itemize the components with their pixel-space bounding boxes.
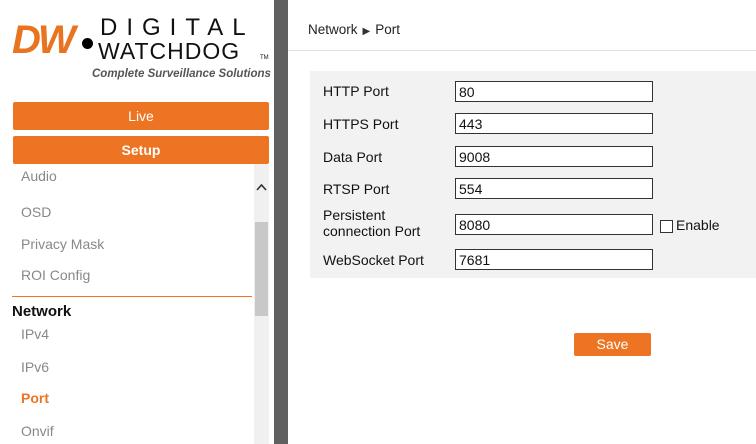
https-port-input[interactable] — [455, 113, 653, 134]
brand-logo[interactable]: DW DIGITAL WATCHDOG TM Complete Surveill… — [10, 6, 272, 90]
main-content: Network ▶ Port HTTP Port HTTPS Port Data P… — [288, 0, 756, 444]
persistent-port-label-line2: connection Port — [323, 223, 421, 239]
chevron-up-icon[interactable] — [254, 180, 269, 194]
persistent-port-label: Persistent connection Port — [323, 207, 420, 239]
menu-item-roi-config[interactable]: ROI Config — [21, 267, 90, 283]
live-button[interactable]: Live — [13, 102, 269, 130]
menu-scrollbar[interactable] — [254, 164, 269, 444]
data-port-label: Data Port — [323, 149, 383, 165]
menu-item-audio[interactable]: Audio — [21, 168, 57, 184]
rtsp-port-input[interactable] — [455, 178, 653, 199]
persistent-port-input[interactable] — [455, 214, 653, 235]
websocket-port-input[interactable] — [455, 249, 653, 270]
menu-item-osd[interactable]: OSD — [21, 204, 51, 220]
panel-divider — [274, 0, 288, 444]
http-port-label: HTTP Port — [323, 83, 389, 99]
logo-dot — [82, 38, 93, 49]
triangle-right-icon: ▶ — [362, 26, 371, 37]
setup-button[interactable]: Setup — [13, 136, 269, 164]
http-port-input[interactable] — [455, 81, 653, 102]
logo-mark: DW — [12, 18, 76, 62]
setup-menu: Audio OSD Privacy Mask ROI Config Networ… — [0, 164, 252, 444]
header-divider — [288, 50, 756, 51]
logo-tagline: Complete Surveillance Solutions — [92, 68, 271, 80]
menu-item-privacy-mask[interactable]: Privacy Mask — [21, 236, 104, 252]
scrollbar-thumb[interactable] — [255, 222, 268, 316]
persistent-port-label-line1: Persistent — [323, 207, 386, 223]
port-settings-panel: HTTP Port HTTPS Port Data Port RTSP Port… — [310, 71, 756, 278]
save-button[interactable]: Save — [574, 333, 651, 356]
logo-word-watchdog: WATCHDOG — [98, 38, 241, 64]
breadcrumb: Network ▶ Port — [308, 22, 400, 37]
breadcrumb-section: Network — [308, 22, 358, 37]
websocket-port-label: WebSocket Port — [323, 252, 424, 268]
logo-trademark: TM — [260, 55, 269, 61]
data-port-input[interactable] — [455, 146, 653, 167]
enable-checkbox-label[interactable]: Enable — [676, 217, 720, 233]
menu-item-ipv6[interactable]: IPv6 — [21, 359, 49, 375]
menu-item-onvif[interactable]: Onvif — [21, 423, 54, 439]
menu-group-network[interactable]: Network — [12, 296, 252, 320]
rtsp-port-label: RTSP Port — [323, 181, 390, 197]
menu-item-port[interactable]: Port — [21, 390, 49, 406]
breadcrumb-page: Port — [375, 22, 400, 37]
enable-checkbox[interactable] — [660, 220, 673, 233]
menu-item-ipv4[interactable]: IPv4 — [21, 326, 49, 342]
https-port-label: HTTPS Port — [323, 116, 399, 132]
sidebar: DW DIGITAL WATCHDOG TM Complete Surveill… — [0, 0, 274, 444]
